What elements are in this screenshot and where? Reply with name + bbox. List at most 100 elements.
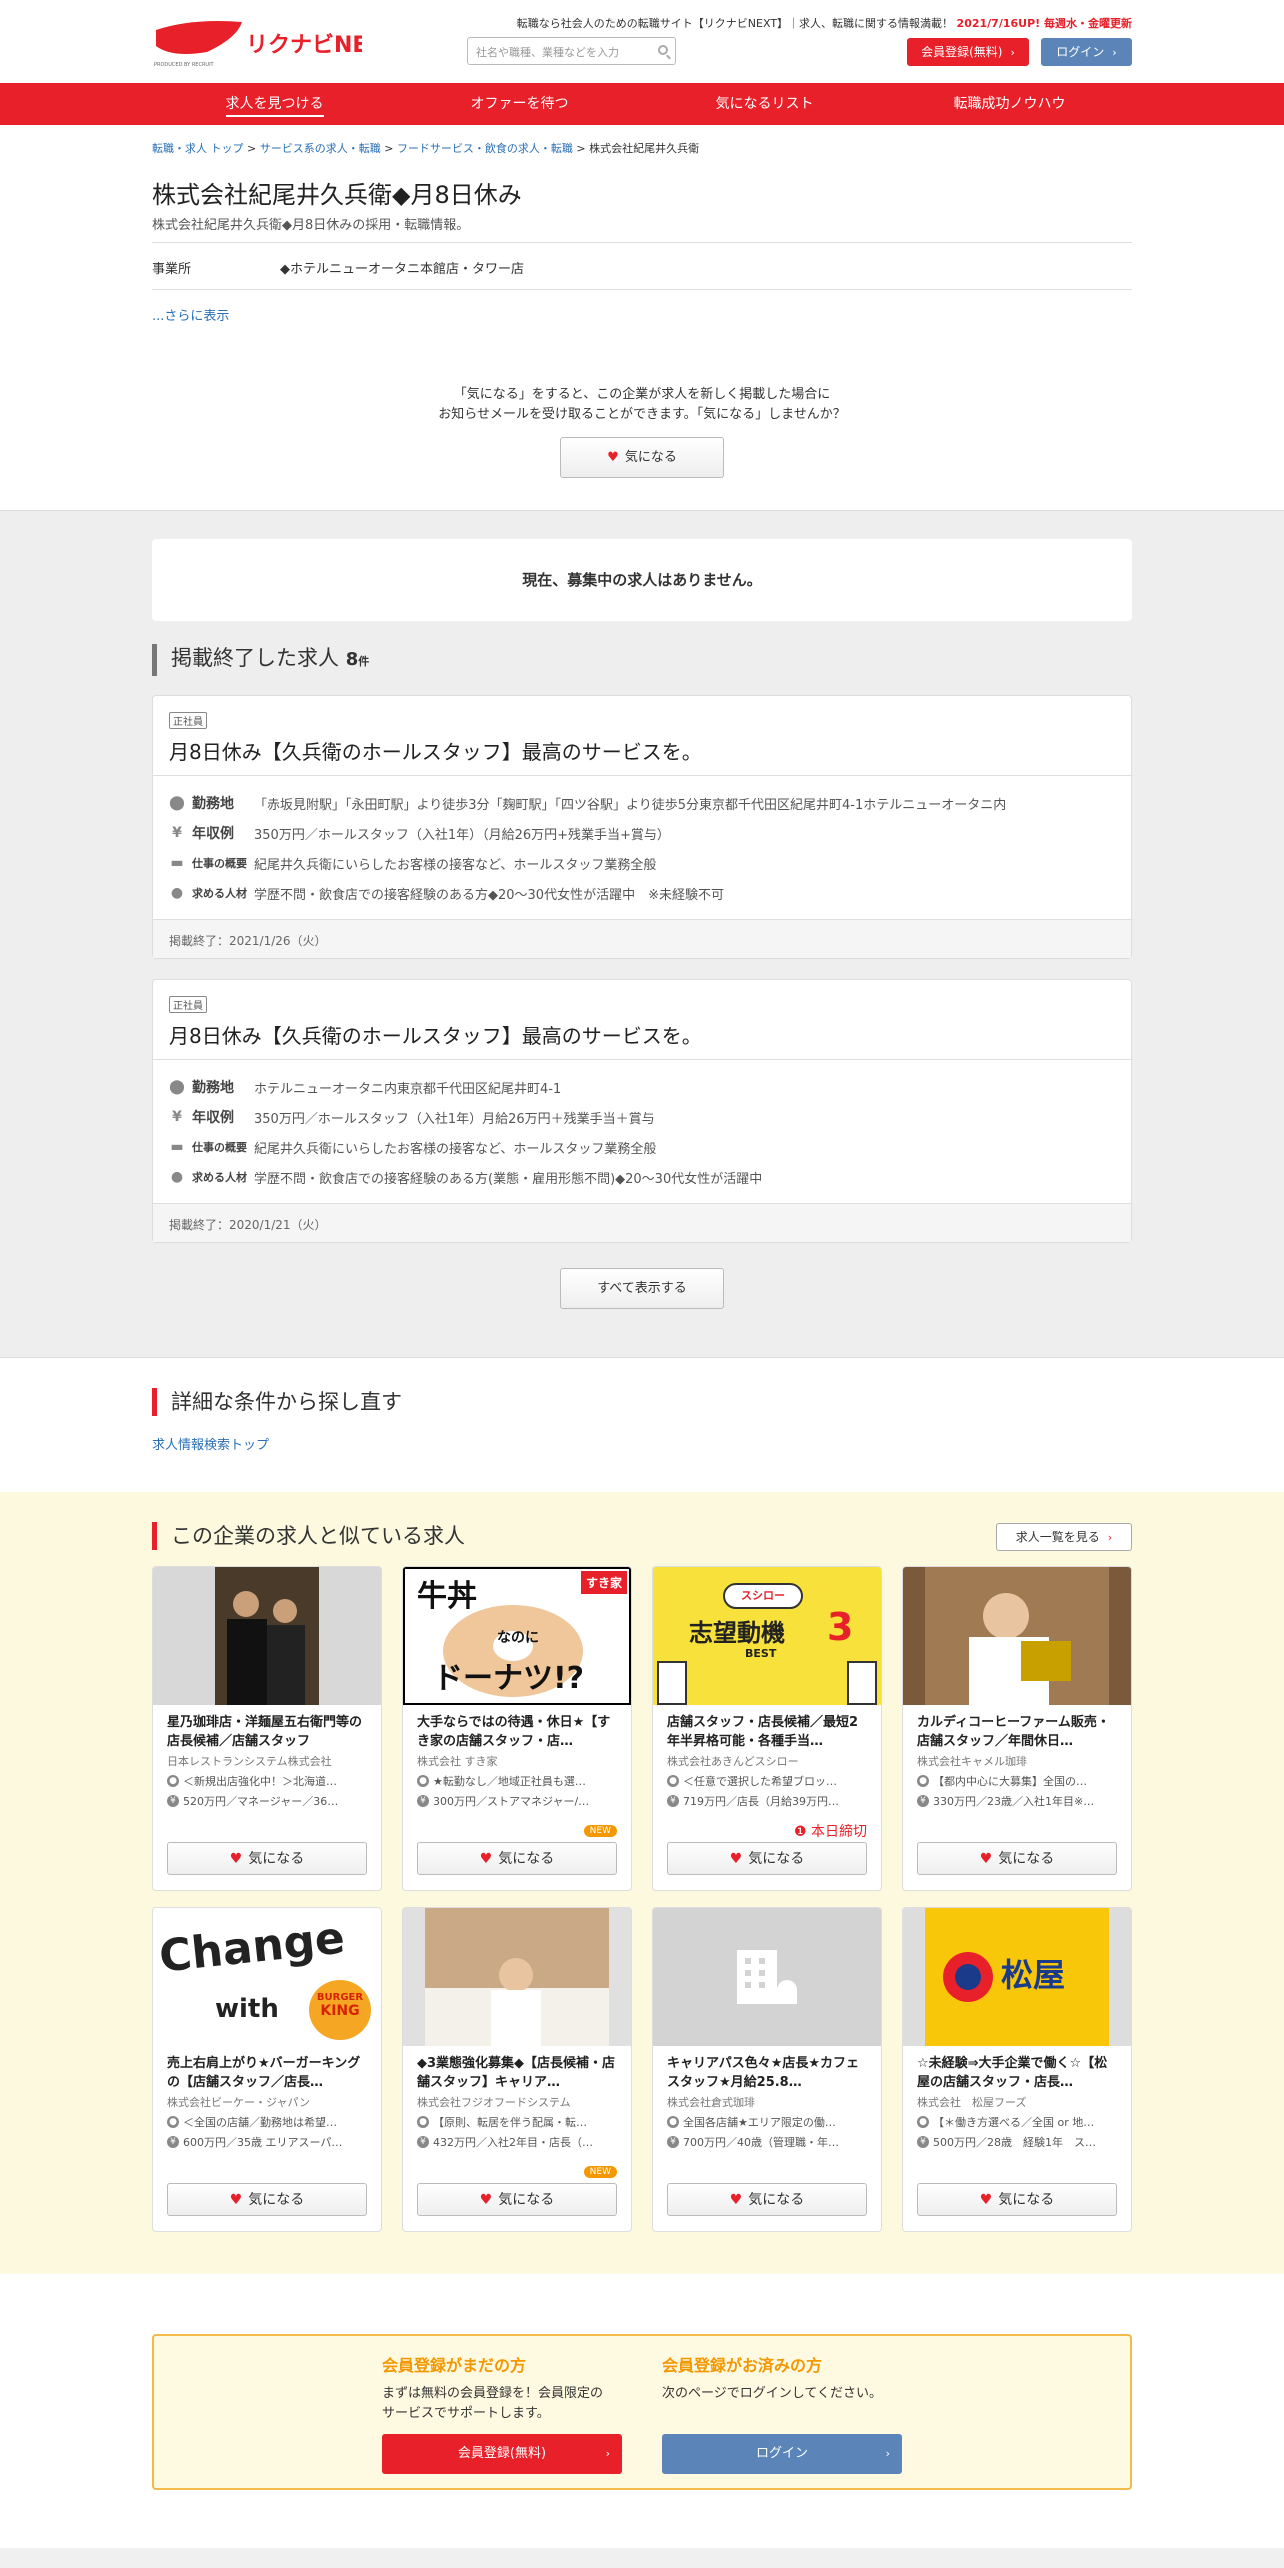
chevron-right-icon: › — [1107, 1531, 1113, 1544]
location-pin-icon: ● — [167, 1775, 179, 1787]
new-badge: NEW — [583, 2166, 617, 2178]
new-member-text-1: まずは無料の会員登録を！会員限定の — [382, 2386, 604, 2401]
job-list-button[interactable]: 求人一覧を見る › — [996, 1523, 1132, 1551]
breadcrumb-food[interactable]: フードサービス・飲食の求人・転職 — [397, 142, 573, 155]
member-register-button[interactable]: 会員登録(無料) › — [382, 2434, 622, 2474]
similar-job-card[interactable]: キャリアパス色々★店長★カフェスタッフ★月給25.8… 株式会社倉式珈琲 ● 全国各店… — [652, 1907, 882, 2232]
job-summary: 紀尾井久兵衛にいらしたお客様の接客など、ホールスタッフ業務全般 — [254, 857, 657, 873]
similar-job-title[interactable]: ☆未経験⇒大手企業で働く☆【松屋の店舗スタッフ・店長… — [917, 2054, 1119, 2092]
burger-king-logo: BURGER KING — [309, 1980, 371, 2040]
ended-date: 掲載終了：2020/1/21（火） — [153, 1203, 1131, 1242]
similar-job-location: ＜任意で選択した希望ブロッ… — [683, 1775, 837, 1788]
breadcrumb-top[interactable]: 転職・求人 トップ — [152, 142, 244, 155]
breadcrumb-service[interactable]: サービス系の求人・転職 — [260, 142, 381, 155]
show-all-button[interactable]: すべて表示する — [560, 1268, 724, 1309]
job-title[interactable]: 月8日休み【久兵衛のホールスタッフ】最高のサービスを。 — [169, 736, 702, 765]
fav-label: 気になる — [498, 1851, 555, 1867]
login-label: ログイン — [755, 2446, 808, 2461]
detail-search-title: 詳細な条件から探し直す — [152, 1388, 402, 1416]
similar-job-title[interactable]: 星乃珈琲店・洋麺屋五右衛門等の店長候補／店舗スタッフ — [167, 1713, 369, 1751]
breadcrumb: 転職・求人 トップ > サービス系の求人・転職 > フードサービス・飲食の求人・… — [152, 142, 700, 155]
similar-job-salary: 432万円／入社2年目・店長（… — [433, 2136, 593, 2149]
job-image[interactable] — [403, 1908, 631, 2046]
wanted-label: 求める人材 — [192, 887, 247, 900]
img-text: 3 — [827, 1605, 854, 1649]
similar-fav-button[interactable]: ♥ 気になる — [667, 2183, 867, 2216]
briefcase-icon: ▬ — [170, 1139, 184, 1155]
similar-job-title[interactable]: 売上右肩上がり★バーガーキングの【店舗スタッフ／店長… — [167, 2054, 369, 2092]
ended-job-card[interactable]: 正社員 月8日休み【久兵衛のホールスタッフ】最高のサービスを。 ⬤ 勤務地 ホテルニ… — [152, 979, 1132, 1243]
similar-fav-button[interactable]: ♥ 気になる — [417, 2183, 617, 2216]
yen-icon: ¥ — [417, 2136, 429, 2148]
fav-message-line2: お知らせメールを受け取ることができます。「気になる」しませんか？ — [438, 407, 846, 422]
similar-job-card[interactable]: 松屋 ☆未経験⇒大手企業で働く☆【松屋の店舗スタッフ・店長… 株式会社 松屋フーズ ●… — [902, 1907, 1132, 2232]
job-image[interactable]: 松屋 — [903, 1908, 1131, 2046]
fav-label: 気になる — [498, 2192, 555, 2208]
job-image[interactable] — [153, 1567, 381, 1705]
yen-icon: ¥ — [167, 1795, 179, 1807]
similar-job-card[interactable]: スシロー 志望動機 3 BEST 店舗スタッフ・店長候補／最短2年半昇格可能・各種手当…… — [652, 1566, 882, 1891]
similar-job-title[interactable]: カルディコーヒーファーム販売・店舗スタッフ／年間休日… — [917, 1713, 1119, 1751]
yen-icon: ¥ — [917, 2136, 929, 2148]
heart-icon: ♥ — [229, 2192, 243, 2208]
fav-label: 気になる — [748, 2192, 805, 2208]
img-text: 牛丼 — [417, 1579, 477, 1614]
person-icon: ● — [170, 885, 184, 901]
job-location: ホテルニューオータニ内東京都千代田区紀尾井町4-1 — [254, 1081, 562, 1097]
company-section: 転職・求人 トップ > サービス系の求人・転職 > フードサービス・飲食の求人・… — [152, 0, 1132, 520]
job-details: ⬤ 勤務地 「赤坂見附駅」「永田町駅」より徒歩3分「麹町駅」「四ツ谷駅」より徒歩5分… — [153, 775, 1131, 908]
location-pin-icon: ● — [667, 1775, 679, 1787]
ended-date: 掲載終了：2021/1/26（火） — [153, 919, 1131, 958]
page-title: 株式会社紀尾井久兵衛◆月8日休み — [152, 181, 522, 209]
fav-message: 「気になる」をすると、この企業が求人を新しく掲載した場合に お知らせメールを受け… — [152, 385, 1132, 425]
similar-job-card[interactable]: Change with BURGER KING 売上右肩上がり★バーガーキングの【店舗ス… — [152, 1907, 382, 2232]
company-fav-button[interactable]: ♥ 気になる — [560, 437, 724, 478]
location-pin-icon: ● — [167, 2116, 179, 2128]
similar-job-card[interactable]: 牛丼 すき家 なのに ドーナツ!? 大手ならではの待遇・休日★【すき家の店舗スタッフ・店… — [402, 1566, 632, 1891]
job-image[interactable]: 牛丼 すき家 なのに ドーナツ!? — [403, 1567, 631, 1705]
similar-job-title[interactable]: キャリアパス色々★店長★カフェスタッフ★月給25.8… — [667, 2054, 869, 2092]
new-badge: NEW — [583, 1825, 617, 1837]
img-text: 志望動機 — [689, 1619, 785, 1647]
show-more-link[interactable]: ...さらに表示 — [152, 305, 229, 324]
job-image[interactable] — [653, 1908, 881, 2046]
similar-fav-button[interactable]: ♥ 気になる — [167, 2183, 367, 2216]
sukiya-logo: すき家 — [580, 1571, 627, 1594]
similar-job-salary: 520万円／マネージャー／36… — [183, 1795, 339, 1808]
employment-tag: 正社員 — [169, 996, 207, 1013]
heart-icon: ♥ — [479, 1851, 493, 1867]
similar-job-title[interactable]: 店舗スタッフ・店長候補／最短2年半昇格可能・各種手当… — [667, 1713, 869, 1751]
heart-icon: ♥ — [979, 2192, 993, 2208]
similar-job-title[interactable]: 大手ならではの待遇・休日★【すき家の店舗スタッフ・店… — [417, 1713, 619, 1751]
location-pin-icon: ⬤ — [169, 1079, 185, 1095]
similar-job-card[interactable]: カルディコーヒーファーム販売・店舗スタッフ／年間休日… 株式会社キャメル珈琲 ● 【都… — [902, 1566, 1132, 1891]
similar-job-company: 株式会社キャメル珈琲 — [917, 1755, 1027, 1768]
job-title[interactable]: 月8日休み【久兵衛のホールスタッフ】最高のサービスを。 — [169, 1020, 702, 1049]
similar-job-card[interactable]: 星乃珈琲店・洋麺屋五右衛門等の店長候補／店舗スタッフ 日本レストランシステム株式会… — [152, 1566, 382, 1891]
ended-job-card[interactable]: 正社員 月8日休み【久兵衛のホールスタッフ】最高のサービスを。 ⬤ 勤務地 「赤坂見… — [152, 695, 1132, 959]
jobs-section: 現在、募集中の求人はありません。 掲載終了した求人 8件 正社員 月8日休み【久… — [0, 510, 1284, 1358]
similar-job-title[interactable]: ◆3業態強化募集◆【店長候補・店舗スタッフ】キャリア… — [417, 2054, 619, 2092]
similar-fav-button[interactable]: ♥ 気になる — [667, 1842, 867, 1875]
similar-fav-button[interactable]: ♥ 気になる — [917, 2183, 1117, 2216]
similar-fav-button[interactable]: ♥ 気になる — [167, 1842, 367, 1875]
member-box: 会員登録がまだの方 まずは無料の会員登録を！会員限定の サービスでサポートします… — [152, 2334, 1132, 2490]
similar-fav-button[interactable]: ♥ 気になる — [417, 1842, 617, 1875]
similar-job-location: ＜新規出店強化中！＞北海道… — [183, 1775, 337, 1788]
fav-label: 気になる — [748, 1851, 805, 1867]
fav-label: 気になる — [998, 2192, 1055, 2208]
similar-job-card[interactable]: ◆3業態強化募集◆【店長候補・店舗スタッフ】キャリア… 株式会社フジオフードシステ… — [402, 1907, 632, 2232]
similar-job-company: 株式会社倉式珈琲 — [667, 2096, 755, 2109]
img-text: BEST — [745, 1647, 777, 1660]
member-login-button[interactable]: ログイン › — [662, 2434, 902, 2474]
yen-icon: ¥ — [417, 1795, 429, 1807]
similar-job-salary: 719万円／店長（月給39万円… — [683, 1795, 839, 1808]
search-top-link[interactable]: 求人情報検索トップ — [152, 1434, 269, 1453]
chevron-right-icon: › — [885, 2447, 890, 2460]
job-image[interactable] — [903, 1567, 1131, 1705]
similar-job-salary: 600万円／35歳 エリアスーパ… — [183, 2136, 343, 2149]
similar-fav-button[interactable]: ♥ 気になる — [917, 1842, 1117, 1875]
job-image[interactable]: スシロー 志望動機 3 BEST — [653, 1567, 881, 1705]
job-image[interactable]: Change with BURGER KING — [153, 1908, 381, 2046]
similar-job-company: 株式会社フジオフードシステム — [417, 2096, 571, 2109]
